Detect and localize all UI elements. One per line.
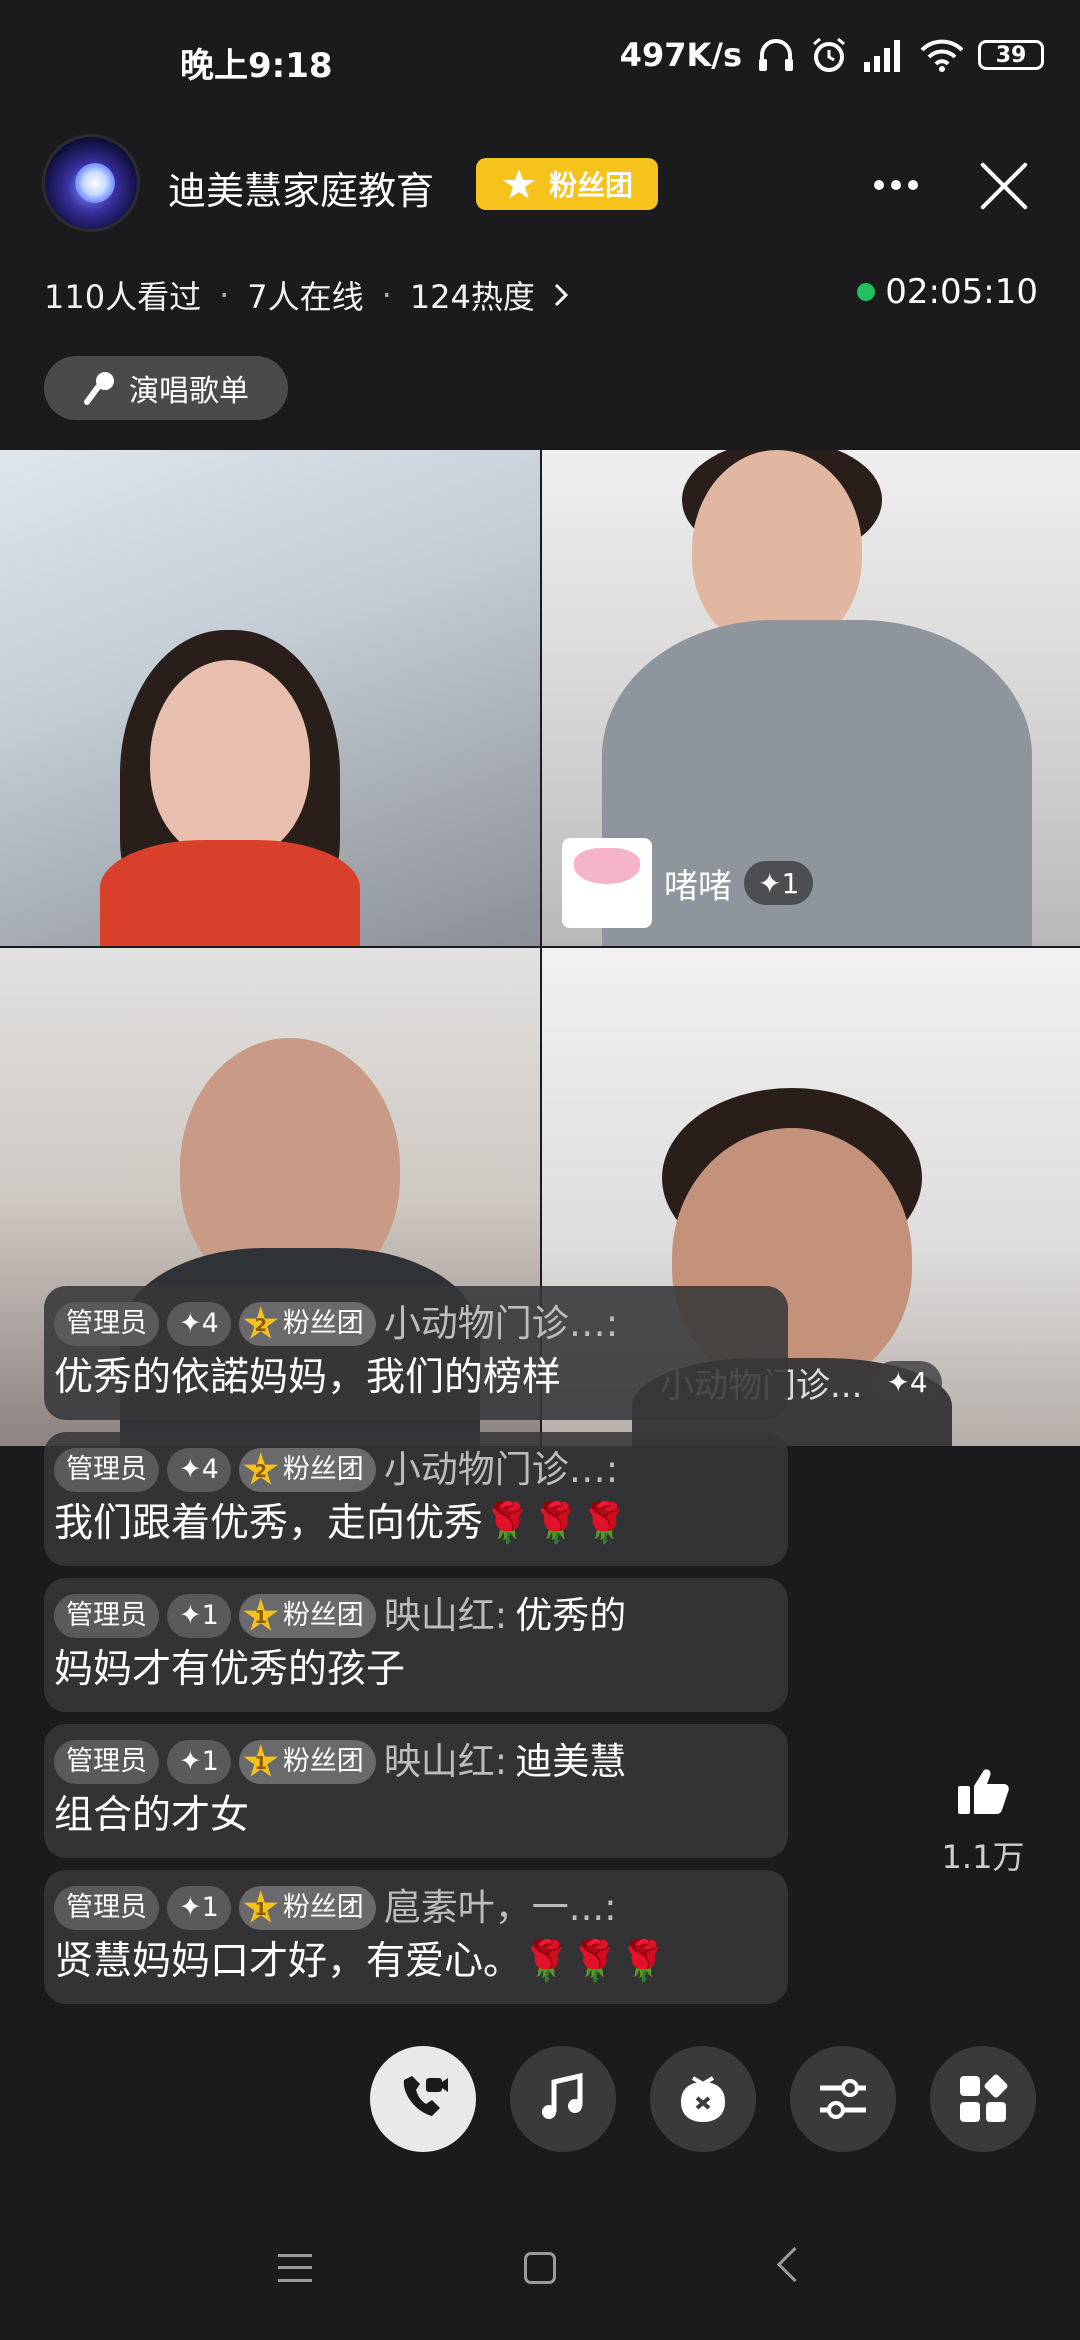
star-icon: 1 — [243, 1744, 279, 1777]
live-duration: 02:05:10 — [857, 272, 1038, 312]
chat-text-start: 优秀的 — [515, 1594, 627, 1637]
alarm-icon — [813, 37, 845, 72]
chat-text: 优秀的依諾妈妈，我们的榜样 — [54, 1355, 562, 1400]
fan-label: 粉丝团 — [282, 1746, 364, 1777]
chat-message[interactable]: 管理员 ✦1 1 粉丝团 扈素叶，一...: 贤慧妈妈口才好，有爱心。🌹🌹🌹 — [44, 1870, 788, 2004]
guest-name: 啫啫 — [664, 866, 732, 907]
chat-text: 妈妈才有优秀的孩子 — [54, 1647, 406, 1692]
level-badge: ✦1 — [167, 1886, 231, 1930]
signal-icon — [864, 40, 900, 72]
network-speed: 497K/s — [619, 36, 742, 74]
guest-name-tag[interactable]: 啫啫 ✦1 — [562, 838, 814, 928]
live-header: 迪美慧家庭教育 粉丝团 — [0, 130, 1080, 240]
viewed-count: 110人看过 — [44, 278, 202, 316]
role-badge: 管理员 — [54, 1886, 159, 1930]
fan-level-badge: 1 粉丝团 — [238, 1594, 376, 1638]
star-icon: 1 — [243, 1598, 279, 1631]
apps-button[interactable] — [930, 2046, 1036, 2152]
role-badge: 管理员 — [54, 1302, 159, 1346]
status-icons: 497K/s 39 — [620, 36, 1044, 74]
video-call-button[interactable] — [370, 2046, 476, 2152]
like-count: 1.1万 — [941, 1838, 1025, 1876]
role-badge: 管理员 — [54, 1740, 159, 1784]
channel-name[interactable]: 迪美慧家庭教育 — [168, 160, 434, 215]
bottom-toolbar — [0, 2046, 1080, 2152]
music-button[interactable] — [510, 2046, 616, 2152]
fan-level-badge: 2 粉丝团 — [238, 1302, 376, 1346]
star-icon: 2 — [243, 1452, 279, 1485]
chat-username[interactable]: 映山红: — [384, 1590, 507, 1642]
video-call-icon — [403, 2076, 448, 2116]
fan-club-button[interactable]: 粉丝团 — [476, 158, 658, 210]
chat-text: 我们跟着优秀，走向优秀🌹🌹🌹 — [54, 1501, 629, 1546]
chat-message[interactable]: 管理员 ✦1 1 粉丝团 映山红: 优秀的 妈妈才有优秀的孩子 — [44, 1578, 788, 1712]
guest-level-badge: ✦1 — [744, 861, 814, 905]
guest-avatar — [562, 838, 652, 928]
live-time-text: 02:05:10 — [885, 272, 1038, 312]
gift-bag-button[interactable] — [650, 2046, 756, 2152]
fan-level-badge: 2 粉丝团 — [238, 1448, 376, 1492]
gift-bag-icon — [681, 2076, 725, 2122]
chat-message[interactable]: 管理员 ✦4 2 粉丝团 小动物门诊…: 优秀的依諾妈妈，我们的榜样 — [44, 1286, 788, 1420]
stat-separator: · — [219, 276, 230, 314]
chat-text: 组合的才女 — [54, 1793, 250, 1838]
chat-username[interactable]: 映山红: — [384, 1736, 507, 1788]
chat-text-start: 迪美慧 — [515, 1740, 627, 1783]
level-badge: ✦4 — [167, 1448, 231, 1492]
music-icon — [542, 2072, 583, 2119]
more-icon[interactable] — [866, 160, 926, 210]
chat-text: 贤慧妈妈口才好，有爱心。🌹🌹🌹 — [54, 1939, 668, 1984]
wifi-icon — [920, 39, 964, 72]
settings-sliders-icon — [820, 2079, 866, 2119]
headphone-icon — [759, 39, 793, 71]
fan-club-label: 粉丝团 — [548, 169, 633, 202]
fan-label: 粉丝团 — [282, 1308, 364, 1339]
chat-username[interactable]: 小动物门诊…: — [384, 1444, 618, 1496]
star-icon: 1 — [243, 1890, 279, 1923]
system-nav-bar — [0, 2240, 1080, 2300]
level-badge: ✦1 — [167, 1594, 231, 1638]
close-icon[interactable] — [976, 158, 1032, 214]
battery-icon: 39 — [978, 40, 1044, 70]
heat-count: 124热度 — [409, 278, 535, 316]
live-dot-icon — [857, 283, 876, 301]
fan-label: 粉丝团 — [282, 1892, 364, 1923]
star-icon: 2 — [243, 1306, 279, 1339]
thumb-up-icon — [958, 1769, 1009, 1814]
video-tile-host[interactable] — [0, 450, 540, 946]
like-button[interactable]: 1.1万 — [938, 1766, 1028, 1878]
chat-message[interactable]: 管理员 ✦4 2 粉丝团 小动物门诊…: 我们跟着优秀，走向优秀🌹🌹🌹 — [44, 1432, 788, 1566]
role-badge: 管理员 — [54, 1448, 159, 1492]
online-count: 7人在线 — [247, 278, 364, 316]
fan-label: 粉丝团 — [282, 1600, 364, 1631]
stat-separator: · — [381, 276, 392, 314]
chevron-right-icon — [554, 283, 569, 307]
nav-menu-icon[interactable] — [278, 2254, 312, 2282]
role-badge: 管理员 — [54, 1594, 159, 1638]
avatar[interactable] — [42, 134, 140, 232]
chat-list: 管理员 ✦4 2 粉丝团 小动物门诊…: 优秀的依諾妈妈，我们的榜样 管理员 ✦4… — [44, 1286, 788, 2016]
fan-label: 粉丝团 — [282, 1454, 364, 1485]
guest3-level-badge: ✦4 — [872, 1360, 942, 1405]
mic-icon — [84, 372, 114, 405]
live-stats[interactable]: 110人看过 · 7人在线 · 124热度 — [44, 272, 569, 318]
playlist-label: 演唱歌单 — [129, 374, 249, 409]
level-badge: ✦4 — [167, 1302, 231, 1346]
nav-home-icon[interactable] — [524, 2252, 556, 2284]
chat-username[interactable]: 扈素叶，一...: — [384, 1882, 617, 1934]
chat-message[interactable]: 管理员 ✦1 1 粉丝团 映山红: 迪美慧 组合的才女 — [44, 1724, 788, 1858]
chat-username[interactable]: 小动物门诊…: — [384, 1298, 618, 1350]
settings-button[interactable] — [790, 2046, 896, 2152]
playlist-button[interactable]: 演唱歌单 — [44, 356, 288, 420]
fan-level-badge: 1 粉丝团 — [238, 1740, 376, 1784]
fan-level-badge: 1 粉丝团 — [238, 1886, 376, 1930]
apps-icon — [960, 2074, 1008, 2122]
status-time: 晚上9:18 — [180, 46, 333, 86]
level-badge: ✦1 — [167, 1740, 231, 1784]
status-bar: 晚上9:18 497K/s 39 — [0, 0, 1080, 120]
nav-back-icon[interactable] — [776, 2246, 813, 2283]
fan-star-icon — [502, 169, 535, 199]
